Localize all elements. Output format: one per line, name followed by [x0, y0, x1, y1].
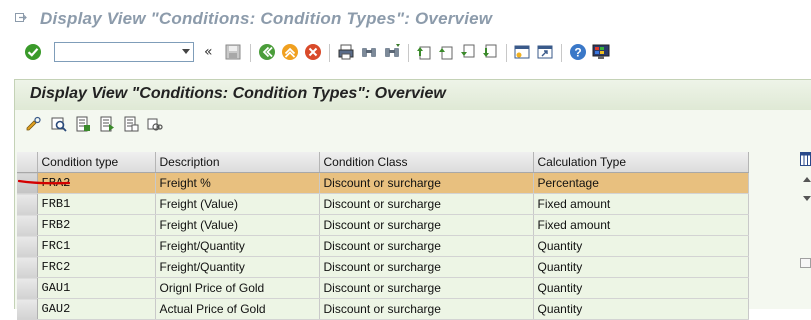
next-page-icon[interactable]	[459, 43, 477, 61]
screen-header: Display View "Conditions: Condition Type…	[14, 79, 811, 110]
column-header-condition-type[interactable]: Condition type	[37, 152, 156, 173]
system-toolbar: « ?	[0, 38, 811, 69]
svg-text:?: ?	[574, 46, 581, 60]
column-header-description[interactable]: Description	[155, 152, 320, 173]
description-cell[interactable]: Actual Price of Gold	[155, 298, 320, 320]
customize-layout-icon[interactable]	[592, 43, 610, 61]
window-title: Display View "Conditions: Condition Type…	[40, 9, 493, 28]
window-menu-icon[interactable]	[15, 12, 27, 23]
row-selector[interactable]	[17, 298, 38, 320]
cancel-icon[interactable]	[304, 43, 322, 61]
condition-class-cell[interactable]: Discount or surcharge	[319, 277, 534, 299]
table-row[interactable]: FRB2 Freight (Value) Discount or surchar…	[17, 214, 749, 236]
toolbar-separator	[561, 44, 562, 62]
scroll-up-button[interactable]	[803, 177, 811, 182]
column-configuration-icon[interactable]	[800, 152, 811, 166]
application-toolbar	[14, 110, 811, 140]
last-page-icon[interactable]	[481, 43, 499, 61]
description-cell[interactable]: Freight (Value)	[155, 214, 320, 236]
condition-class-cell[interactable]: Discount or surcharge	[319, 172, 534, 194]
back-icon[interactable]	[258, 43, 276, 61]
deselect-all-icon[interactable]	[123, 116, 139, 132]
table-row[interactable]: FRC1 Freight/Quantity Discount or surcha…	[17, 235, 749, 257]
description-cell[interactable]: Freight (Value)	[155, 193, 320, 215]
calculation-type-cell[interactable]: Quantity	[533, 235, 749, 257]
table-row[interactable]: FRB1 Freight (Value) Discount or surchar…	[17, 193, 749, 215]
select-all-rows-button[interactable]	[17, 152, 38, 173]
calculation-type-cell[interactable]: Fixed amount	[533, 214, 749, 236]
find-icon[interactable]	[360, 43, 378, 61]
print-icon[interactable]	[337, 43, 355, 61]
chevron-down-icon[interactable]	[182, 49, 190, 54]
print-standard-list-icon[interactable]	[147, 116, 163, 132]
first-page-icon[interactable]	[415, 43, 433, 61]
toolbar-separator	[408, 44, 409, 62]
shortcut-icon[interactable]	[536, 43, 554, 61]
exit-icon[interactable]	[281, 43, 299, 61]
details-icon[interactable]	[51, 116, 67, 132]
condition-type-cell[interactable]: GAU2	[37, 298, 156, 320]
calculation-type-cell[interactable]: Quantity	[533, 298, 749, 320]
condition-type-cell[interactable]: FRB2	[37, 214, 156, 236]
calculation-type-cell[interactable]: Fixed amount	[533, 193, 749, 215]
toolbar-separator	[329, 44, 330, 62]
condition-class-cell[interactable]: Discount or surcharge	[319, 235, 534, 257]
calculation-type-cell[interactable]: Percentage	[533, 172, 749, 194]
window-title-bar: Display View "Conditions: Condition Type…	[0, 0, 811, 38]
toolbar-separator	[506, 44, 507, 62]
scrollbar-thumb[interactable]	[800, 258, 811, 268]
condition-class-cell[interactable]: Discount or surcharge	[319, 298, 534, 320]
table-header-row: Condition type Description Condition Cla…	[17, 152, 749, 173]
find-next-icon[interactable]	[383, 43, 401, 61]
help-icon[interactable]: ?	[569, 43, 587, 61]
content-area: Condition type Description Condition Cla…	[14, 140, 811, 320]
condition-class-cell[interactable]: Discount or surcharge	[319, 214, 534, 236]
annotation-underline	[18, 179, 70, 185]
condition-types-table: Condition type Description Condition Cla…	[17, 152, 749, 320]
display-change-icon[interactable]	[25, 116, 41, 132]
table-row[interactable]: GAU1 Orignl Price of Gold Discount or su…	[17, 277, 749, 299]
command-input[interactable]	[58, 44, 180, 62]
page-title: Display View "Conditions: Condition Type…	[30, 85, 446, 102]
enter-icon[interactable]	[24, 43, 42, 61]
description-cell[interactable]: Orignl Price of Gold	[155, 277, 320, 299]
select-block-icon[interactable]	[99, 116, 115, 132]
condition-type-cell[interactable]: GAU1	[37, 277, 156, 299]
row-selector[interactable]	[17, 277, 38, 299]
condition-class-cell[interactable]: Discount or surcharge	[319, 193, 534, 215]
command-field[interactable]	[54, 42, 194, 62]
description-cell[interactable]: Freight/Quantity	[155, 256, 320, 278]
condition-type-cell[interactable]: FRB1	[37, 193, 156, 215]
table-row[interactable]: FRC2 Freight/Quantity Discount or surcha…	[17, 256, 749, 278]
condition-type-cell[interactable]: FRC1	[37, 235, 156, 257]
calculation-type-cell[interactable]: Quantity	[533, 277, 749, 299]
toolbar-separator	[250, 44, 251, 62]
row-selector[interactable]	[17, 214, 38, 236]
collapse-toolbar-button[interactable]: «	[204, 44, 213, 60]
table-row[interactable]: GAU2 Actual Price of Gold Discount or su…	[17, 298, 749, 320]
calculation-type-cell[interactable]: Quantity	[533, 256, 749, 278]
condition-class-cell[interactable]: Discount or surcharge	[319, 256, 534, 278]
previous-page-icon[interactable]	[437, 43, 455, 61]
create-session-icon[interactable]	[513, 43, 531, 61]
description-cell[interactable]: Freight/Quantity	[155, 235, 320, 257]
row-selector[interactable]	[17, 235, 38, 257]
row-selector[interactable]	[17, 256, 38, 278]
condition-type-cell[interactable]: FRC2	[37, 256, 156, 278]
description-cell[interactable]: Freight %	[155, 172, 320, 194]
table-row[interactable]: FRA2 Freight % Discount or surcharge Per…	[17, 172, 749, 194]
column-header-calculation-type[interactable]: Calculation Type	[533, 152, 749, 173]
row-selector[interactable]	[17, 193, 38, 215]
select-all-icon[interactable]	[75, 116, 91, 132]
save-icon[interactable]	[224, 43, 242, 61]
column-header-condition-class[interactable]: Condition Class	[319, 152, 534, 173]
scroll-down-button[interactable]	[803, 196, 811, 201]
